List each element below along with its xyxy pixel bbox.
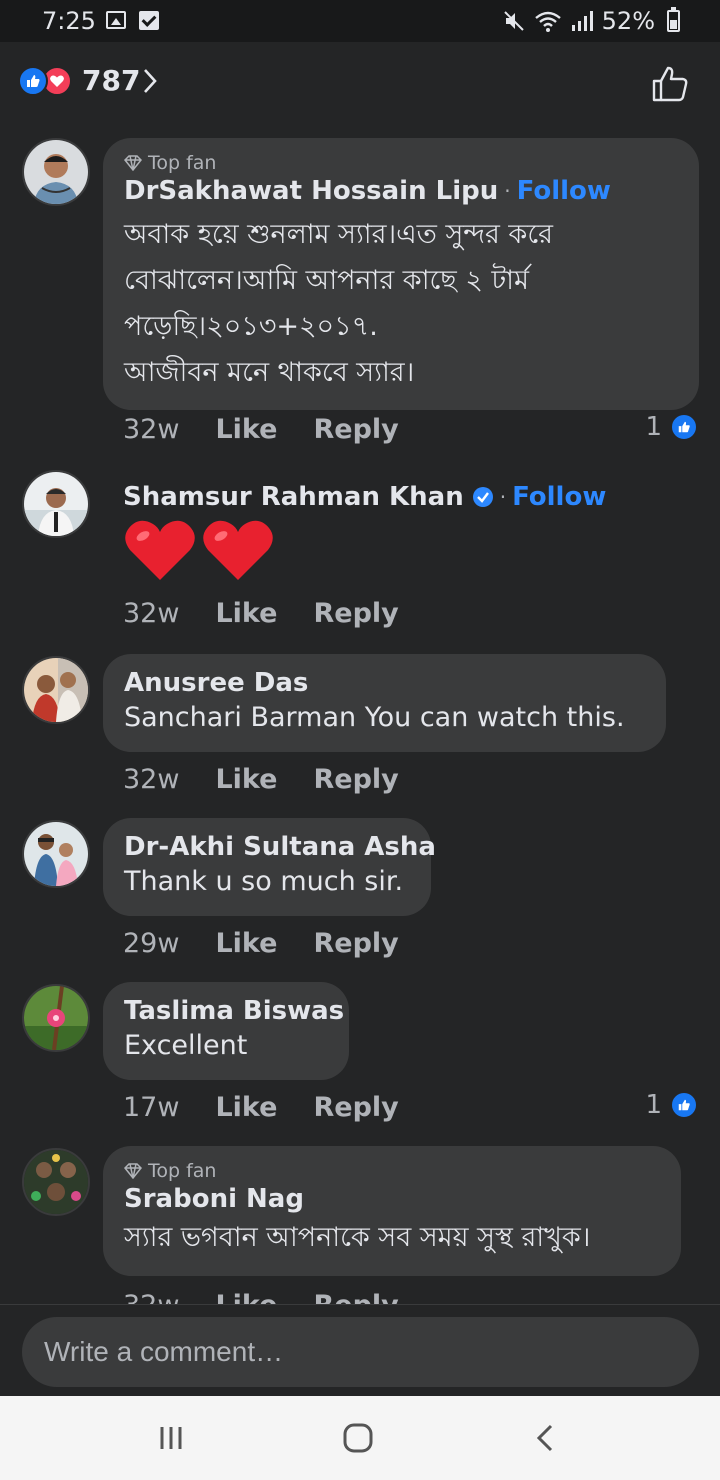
comments-list: Top fan DrSakhawat Hossain Lipu · Follow… — [0, 124, 720, 1304]
comment-bubble: Dr-Akhi Sultana Asha Thank u so much sir… — [103, 818, 436, 916]
avatar[interactable] — [22, 470, 90, 538]
avatar[interactable] — [22, 138, 90, 206]
chevron-right-icon[interactable] — [142, 66, 158, 96]
back-button[interactable] — [515, 1416, 575, 1460]
reactions-count[interactable]: 787 — [82, 64, 140, 97]
comment-emoji — [123, 518, 606, 584]
recent-apps-button[interactable] — [141, 1416, 201, 1460]
like-count-value: 1 — [645, 1090, 662, 1120]
reply-button[interactable]: Reply — [313, 598, 398, 629]
like-button[interactable]: Like — [215, 764, 277, 795]
comment-text: অবাক হয়ে শুনলাম স্যার।এত সুন্দর করে বোঝ… — [124, 219, 554, 388]
comment-bubble: Anusree Das Sanchari Barman You can watc… — [103, 654, 666, 752]
avatar[interactable] — [22, 984, 90, 1052]
comment-text: Thank u so much sir. — [124, 866, 404, 897]
recent-apps-icon — [160, 1427, 182, 1449]
comment-actions: 32w Like Reply — [123, 414, 399, 445]
separator-dot: · — [499, 485, 507, 509]
comment-time[interactable]: 32w — [123, 414, 179, 445]
comment-bubble: Taslima Biswas Excellent — [103, 982, 349, 1080]
red-heart-icon — [203, 520, 273, 580]
comment-actions: 32w Like Reply — [123, 764, 399, 795]
battery-percent: 52% — [601, 7, 655, 35]
comment-time[interactable]: 32w — [123, 598, 179, 629]
reactions-summary[interactable] — [18, 66, 72, 96]
diamond-icon — [124, 155, 142, 171]
commenter-name[interactable]: Shamsur Rahman Khan — [123, 482, 464, 512]
like-button[interactable]: Like — [215, 928, 277, 959]
like-reaction-icon — [18, 66, 48, 96]
signal-icon — [571, 11, 593, 31]
comment-time[interactable]: 32w — [123, 764, 179, 795]
system-nav-bar — [0, 1396, 720, 1480]
back-icon — [536, 1424, 553, 1452]
commenter-name[interactable]: Taslima Biswas — [124, 996, 344, 1026]
comment-actions: 17w Like Reply — [123, 1092, 399, 1123]
comment-input[interactable] — [22, 1317, 699, 1387]
reply-button[interactable]: Reply — [313, 414, 398, 445]
comment-text: Sanchari Barman You can watch this. — [124, 702, 625, 733]
like-reaction-icon — [670, 413, 698, 441]
status-bar: 7:25 52% — [0, 0, 720, 42]
like-thumb-icon[interactable] — [650, 64, 690, 104]
avatar[interactable] — [22, 820, 90, 888]
comment-bubble: Top fan Sraboni Nag স্যার ভগবান আপনাকে স… — [103, 1146, 681, 1276]
comment-time[interactable]: 32w — [123, 1290, 179, 1304]
reply-button[interactable]: Reply — [313, 928, 398, 959]
home-button[interactable] — [328, 1416, 388, 1460]
comment-like-count[interactable]: 1 — [645, 1090, 698, 1120]
like-button[interactable]: Like — [215, 598, 277, 629]
follow-button[interactable]: Follow — [512, 482, 606, 512]
verified-badge-icon — [472, 487, 493, 507]
comment-text: Excellent — [124, 1030, 248, 1061]
comment-actions: 32w Like Reply — [123, 1290, 399, 1304]
comment-time[interactable]: 17w — [123, 1092, 179, 1123]
like-button[interactable]: Like — [215, 1092, 277, 1123]
comment-content: Shamsur Rahman Khan · Follow — [123, 482, 606, 584]
avatar[interactable] — [22, 656, 90, 724]
top-fan-label: Top fan — [148, 152, 217, 174]
comment-composer — [0, 1304, 720, 1396]
wifi-icon — [534, 11, 561, 32]
check-icon — [139, 11, 159, 30]
top-fan-badge: Top fan — [124, 152, 679, 174]
comment-actions: 29w Like Reply — [123, 928, 399, 959]
reply-button[interactable]: Reply — [313, 1092, 398, 1123]
mute-icon — [503, 11, 524, 31]
home-icon — [343, 1423, 373, 1453]
separator-dot: · — [504, 179, 511, 203]
image-icon — [106, 11, 126, 29]
like-reaction-icon — [670, 1091, 698, 1119]
reactions-header: 787 — [0, 42, 720, 124]
reply-button[interactable]: Reply — [313, 1290, 398, 1304]
commenter-name[interactable]: Anusree Das — [124, 668, 308, 698]
commenter-name[interactable]: Sraboni Nag — [124, 1184, 304, 1214]
like-button[interactable]: Like — [215, 414, 277, 445]
reply-button[interactable]: Reply — [313, 764, 398, 795]
comment-actions: 32w Like Reply — [123, 598, 399, 629]
battery-icon — [667, 7, 680, 32]
comment-text: স্যার ভগবান আপনাকে সব সময় সুস্থ রাখুক। — [124, 1222, 591, 1253]
follow-button[interactable]: Follow — [517, 176, 611, 206]
status-time: 7:25 — [42, 7, 96, 35]
top-fan-label: Top fan — [148, 1160, 217, 1182]
red-heart-icon — [125, 520, 195, 580]
commenter-name[interactable]: DrSakhawat Hossain Lipu — [124, 176, 498, 206]
comment-bubble: Top fan DrSakhawat Hossain Lipu · Follow… — [103, 138, 699, 410]
top-fan-badge: Top fan — [124, 1160, 661, 1182]
comment-like-count[interactable]: 1 — [645, 412, 698, 442]
avatar[interactable] — [22, 1148, 90, 1216]
comment-time[interactable]: 29w — [123, 928, 179, 959]
diamond-icon — [124, 1163, 142, 1179]
commenter-name[interactable]: Dr-Akhi Sultana Asha — [124, 832, 436, 862]
like-button[interactable]: Like — [215, 1290, 277, 1304]
like-count-value: 1 — [645, 412, 662, 442]
